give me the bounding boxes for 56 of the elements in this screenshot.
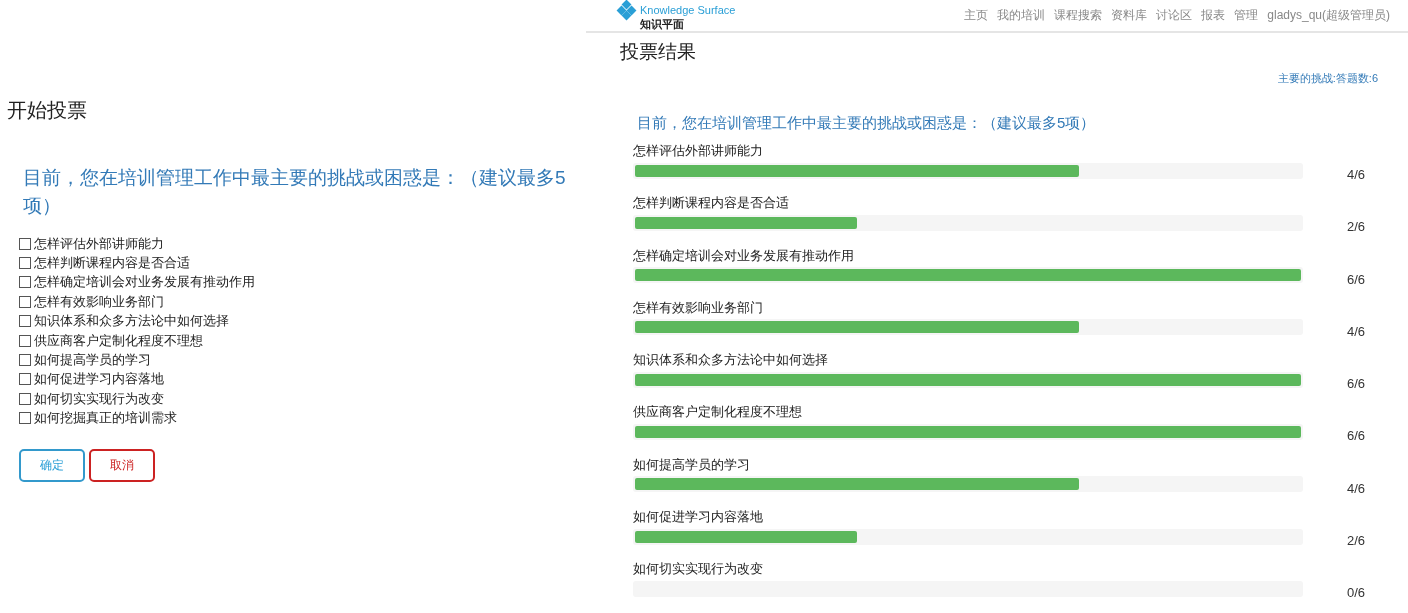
- nav-link[interactable]: 讨论区: [1156, 7, 1193, 24]
- checkbox[interactable]: [19, 334, 31, 347]
- option-label: 怎样确定培训会对业务发展有推动作用: [34, 273, 255, 292]
- vote-count: 6/6: [1347, 270, 1366, 287]
- checkbox[interactable]: [19, 412, 31, 425]
- question-text: 目前，您在培训管理工作中最主要的挑战或困惑是：（建议最多5项）: [23, 166, 567, 218]
- vote-count: 6/6: [1347, 375, 1366, 392]
- checkbox[interactable]: [19, 392, 31, 405]
- checkbox[interactable]: [19, 354, 31, 367]
- question-text: 目前，您在培训管理工作中最主要的挑战或困惑是：（建议最多5项）: [637, 114, 1097, 133]
- result-label: 如何切实实现行为改变: [633, 561, 764, 578]
- option-label: 如何切实实现行为改变: [34, 389, 164, 408]
- vote-count: 4/6: [1347, 166, 1366, 182]
- option-label: 如何挖掘真正的培训需求: [34, 409, 177, 428]
- checkbox[interactable]: [19, 315, 31, 328]
- result-label: 怎样有效影响业务部门: [633, 299, 764, 316]
- checkbox[interactable]: [19, 295, 31, 308]
- option-label: 怎样有效影响业务部门: [34, 292, 164, 311]
- result-label: 知识体系和众多方法论中如何选择: [633, 352, 829, 369]
- option-label: 怎样判断课程内容是否合适: [34, 254, 190, 273]
- result-label: 如何促进学习内容落地: [633, 509, 764, 526]
- nav-link[interactable]: 课程搜索: [1054, 7, 1103, 24]
- page-title: 开始投票: [7, 98, 88, 123]
- option-label: 供应商客户定制化程度不理想: [34, 331, 203, 350]
- logo-name: Knowledge Surface: [640, 3, 736, 17]
- cancel-button[interactable]: 取消: [89, 448, 155, 482]
- checkbox[interactable]: [19, 257, 31, 270]
- option-label: 怎样评估外部讲师能力: [34, 234, 164, 253]
- nav-link[interactable]: 资料库: [1111, 7, 1148, 24]
- nav-link[interactable]: 报表: [1201, 7, 1226, 24]
- nav-link[interactable]: 我的培训: [997, 7, 1046, 24]
- vote-count: 4/6: [1347, 479, 1366, 496]
- result-label: 供应商客户定制化程度不理想: [633, 404, 803, 421]
- diamond-logo-icon: [616, 0, 638, 22]
- result-label: 怎样评估外部讲师能力: [633, 143, 764, 159]
- checkbox[interactable]: [19, 276, 31, 289]
- checkbox[interactable]: [19, 237, 31, 250]
- option-label: 如何促进学习内容落地: [34, 370, 164, 389]
- nav-link[interactable]: gladys_qu(超级管理员): [1267, 7, 1390, 24]
- vote-count: 2/6: [1347, 532, 1366, 549]
- nav-link[interactable]: 主页: [964, 7, 989, 24]
- vote-count: 0/6: [1347, 584, 1366, 601]
- option-label: 知识体系和众多方法论中如何选择: [34, 312, 229, 331]
- vote-count: 4/6: [1347, 322, 1366, 339]
- result-label: 怎样判断课程内容是否合适: [633, 195, 790, 212]
- vote-count: 2/6: [1347, 218, 1366, 235]
- confirm-button[interactable]: 确定: [19, 448, 85, 482]
- nav-link[interactable]: 管理: [1234, 7, 1259, 24]
- results-title: 投票结果: [620, 40, 697, 64]
- result-label: 如何提高学员的学习: [633, 456, 751, 473]
- result-label: 怎样确定培训会对业务发展有推动作用: [633, 247, 855, 264]
- checkbox[interactable]: [19, 373, 31, 386]
- answer-count-summary: 主要的挑战:答题数:6: [1277, 71, 1378, 86]
- logo-subtitle: 知识平面: [640, 17, 685, 31]
- option-label: 如何提高学员的学习: [34, 351, 151, 370]
- vote-count: 6/6: [1347, 427, 1366, 444]
